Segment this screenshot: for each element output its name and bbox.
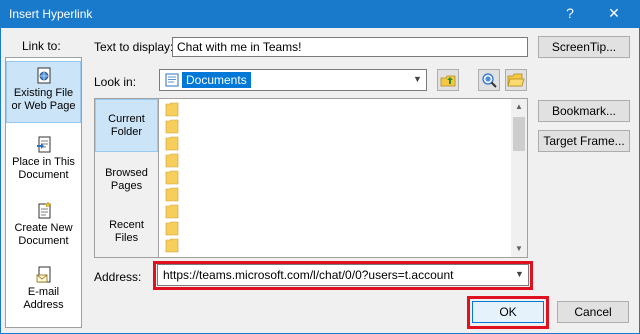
bookmark-button[interactable]: Bookmark... bbox=[538, 100, 630, 122]
link-to-bar: Existing File or Web Page Place in This … bbox=[5, 57, 82, 328]
close-button[interactable]: ✕ bbox=[596, 0, 632, 28]
address-highlight bbox=[153, 261, 533, 290]
browsed-pages-line2: Pages bbox=[110, 180, 143, 192]
folder-icon[interactable] bbox=[165, 220, 179, 236]
browsed-pages-line1: Browsed bbox=[105, 167, 148, 179]
new-document-icon bbox=[38, 202, 52, 219]
folder-icon[interactable] bbox=[165, 118, 179, 134]
file-list[interactable]: ▲ ▼ bbox=[158, 98, 528, 258]
link-to-email-line1: E-mail bbox=[27, 286, 60, 298]
place-in-document-icon bbox=[36, 136, 50, 153]
link-to-existing-file-line1: Existing File bbox=[13, 87, 74, 99]
file-list-scrollbar[interactable]: ▲ ▼ bbox=[511, 99, 527, 257]
ok-highlight bbox=[467, 296, 549, 329]
browse-web-button[interactable] bbox=[478, 69, 500, 91]
text-to-display-label: Text to display: bbox=[94, 40, 174, 54]
browse-panel: Current Folder Browsed Pages Recent File… bbox=[94, 98, 158, 258]
folder-icon[interactable] bbox=[165, 237, 179, 253]
link-to-label: Link to: bbox=[22, 39, 61, 53]
recent-files-line2: Files bbox=[114, 232, 139, 244]
open-folder-icon bbox=[507, 73, 525, 87]
link-to-new-line2: Document bbox=[18, 235, 69, 247]
chevron-down-icon[interactable]: ▼ bbox=[409, 70, 426, 90]
folder-icon[interactable] bbox=[165, 101, 179, 117]
documents-folder-icon bbox=[165, 73, 179, 87]
link-to-new-line1: Create New bbox=[14, 222, 73, 234]
link-to-email-line2: Address bbox=[23, 299, 64, 311]
recent-files-tab[interactable]: Recent Files bbox=[95, 213, 158, 253]
link-to-place-in-document[interactable]: Place in This Document bbox=[6, 134, 81, 184]
screentip-button[interactable]: ScreenTip... bbox=[538, 36, 630, 58]
link-to-place-line2: Document bbox=[18, 169, 69, 181]
title-bar: Insert Hyperlink ? ✕ bbox=[0, 0, 640, 28]
browsed-pages-tab[interactable]: Browsed Pages bbox=[95, 161, 158, 201]
scroll-thumb[interactable] bbox=[513, 117, 525, 151]
recent-files-line1: Recent bbox=[109, 219, 144, 231]
scroll-down-icon[interactable]: ▼ bbox=[511, 241, 527, 257]
link-to-existing-file[interactable]: Existing File or Web Page bbox=[6, 61, 81, 123]
scroll-up-icon[interactable]: ▲ bbox=[511, 99, 527, 115]
browse-file-button[interactable] bbox=[505, 69, 527, 91]
window-title: Insert Hyperlink bbox=[9, 7, 93, 21]
link-to-new-document[interactable]: Create New Document bbox=[6, 200, 81, 250]
look-in-value: Documents bbox=[182, 72, 251, 88]
folder-icon[interactable] bbox=[165, 135, 179, 151]
link-to-place-line1: Place in This bbox=[12, 156, 75, 168]
link-to-existing-file-line2: or Web Page bbox=[11, 100, 76, 112]
look-in-label: Look in: bbox=[94, 75, 137, 89]
current-folder-tab[interactable]: Current Folder bbox=[95, 99, 158, 152]
target-frame-button[interactable]: Target Frame... bbox=[538, 130, 630, 152]
email-icon bbox=[36, 266, 50, 283]
current-folder-line2: Folder bbox=[110, 126, 143, 138]
up-folder-button[interactable] bbox=[437, 69, 459, 91]
up-folder-icon bbox=[440, 75, 456, 87]
folder-icon[interactable] bbox=[165, 152, 179, 168]
cancel-button[interactable]: Cancel bbox=[557, 301, 629, 323]
current-folder-line1: Current bbox=[108, 113, 145, 125]
folder-icon[interactable] bbox=[165, 169, 179, 185]
folder-icon[interactable] bbox=[165, 186, 179, 202]
folder-icon[interactable] bbox=[165, 203, 179, 219]
help-button[interactable]: ? bbox=[552, 0, 588, 28]
look-in-dropdown[interactable]: Documents ▼ bbox=[159, 69, 427, 91]
link-to-email-address[interactable]: E-mail Address bbox=[6, 264, 81, 314]
address-label: Address: bbox=[94, 270, 142, 284]
web-page-icon bbox=[37, 67, 50, 84]
browse-web-icon bbox=[482, 73, 497, 88]
text-to-display-input[interactable]: Chat with me in Teams! bbox=[172, 37, 528, 57]
